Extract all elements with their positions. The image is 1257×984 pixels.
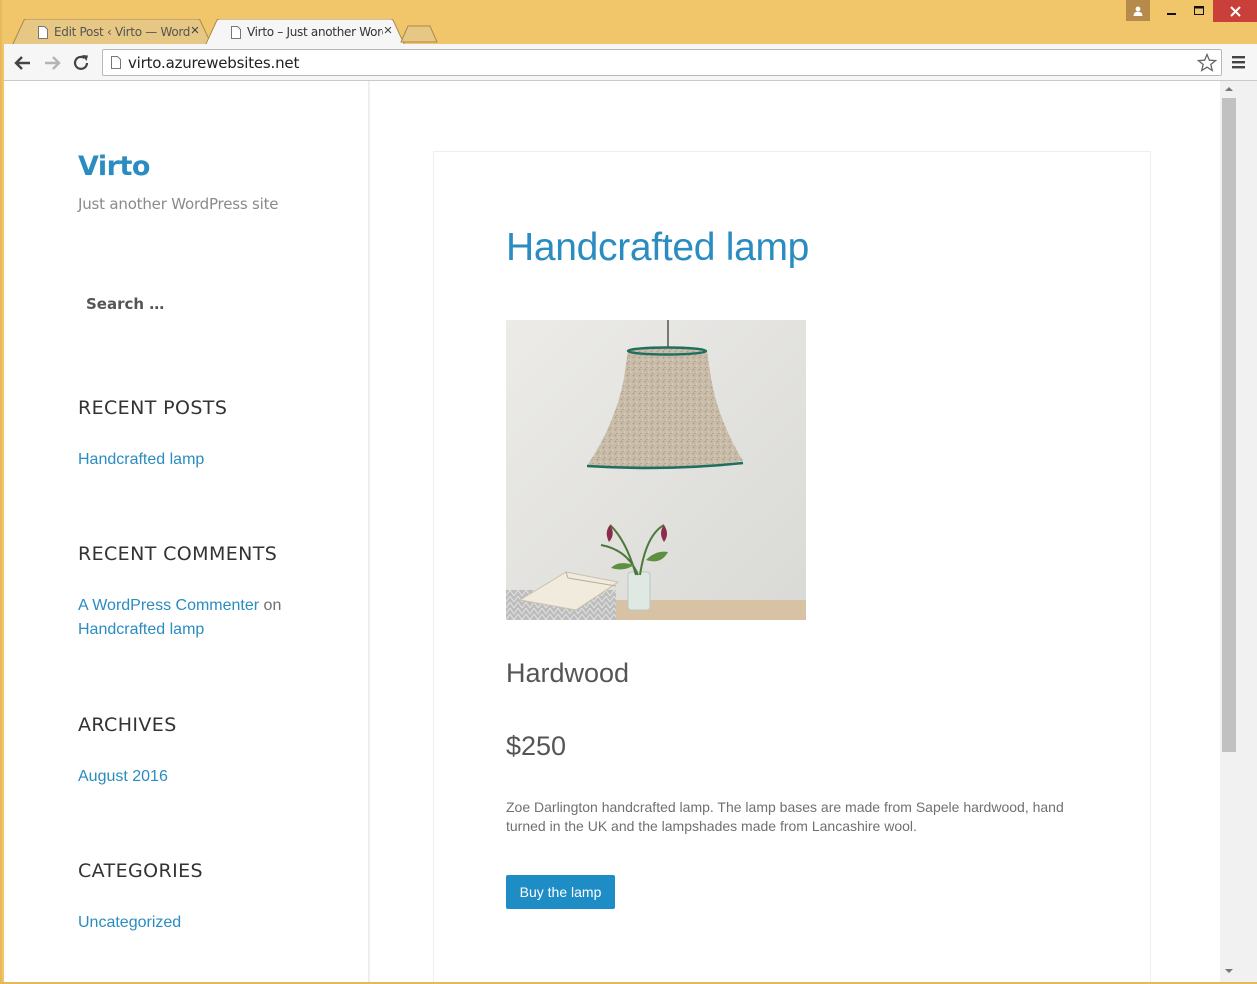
scrollbar-thumb[interactable] (1222, 98, 1236, 752)
minimize-button[interactable] (1159, 0, 1185, 22)
category-link[interactable]: Uncategorized (78, 914, 181, 932)
url-text: virto.azurewebsites.net (128, 54, 300, 72)
sidebar: Virto Just another WordPress site RECENT… (4, 81, 369, 982)
window-close-button[interactable] (1213, 0, 1257, 22)
recent-comments-heading: RECENT COMMENTS (78, 543, 278, 565)
person-icon (1133, 6, 1143, 16)
browser-window: Edit Post ‹ Virto — WordPress × Virto – … (0, 0, 1257, 984)
maximize-icon (1193, 6, 1204, 15)
scroll-up-arrow-icon[interactable] (1224, 85, 1234, 93)
main-content: Handcrafted lamp Hardwood $250 Zoe Darli… (370, 81, 1220, 982)
close-icon (1230, 5, 1241, 17)
forward-arrow-icon[interactable] (41, 52, 63, 74)
product-material: Hardwood (506, 658, 630, 688)
page-icon (38, 26, 48, 39)
tab-virto-site[interactable]: Virto – Just another WordPress site × (205, 19, 405, 46)
post-article: Handcrafted lamp Hardwood $250 Zoe Darli… (433, 151, 1151, 982)
archives-heading: ARCHIVES (78, 714, 177, 736)
profile-button[interactable] (1126, 0, 1150, 21)
search-input[interactable] (78, 289, 308, 319)
reload-icon[interactable] (70, 52, 92, 74)
minimize-icon (1167, 13, 1176, 15)
page-icon (231, 26, 241, 39)
product-price: $250 (506, 731, 567, 761)
bookmark-star-icon[interactable] (1197, 53, 1217, 73)
recent-posts-heading: RECENT POSTS (78, 397, 228, 419)
post-title[interactable]: Handcrafted lamp (506, 226, 809, 270)
vertical-scrollbar[interactable] (1220, 81, 1238, 982)
site-title[interactable]: Virto (78, 151, 150, 182)
categories-heading: CATEGORIES (78, 860, 203, 882)
buy-button[interactable]: Buy the lamp (506, 875, 615, 909)
tab-title: Edit Post ‹ Virto — WordPress (54, 25, 190, 39)
back-arrow-icon[interactable] (12, 52, 34, 74)
product-description: Zoe Darlington handcrafted lamp. The lam… (506, 799, 1064, 834)
page-icon (111, 56, 121, 69)
title-bar: Edit Post ‹ Virto — WordPress × Virto – … (2, 0, 1257, 46)
close-icon[interactable]: × (381, 23, 395, 38)
tab-edit-post[interactable]: Edit Post ‹ Virto — WordPress × (12, 19, 212, 46)
comment-post-link[interactable]: Handcrafted lamp (78, 621, 204, 638)
tab-title: Virto – Just another WordPress site (247, 25, 383, 39)
browser-toolbar: virto.azurewebsites.net (4, 44, 1257, 81)
comment-author-link[interactable]: A WordPress Commenter (78, 597, 259, 614)
maximize-button[interactable] (1186, 0, 1212, 22)
archive-link[interactable]: August 2016 (78, 768, 168, 786)
page-viewport: Virto Just another WordPress site RECENT… (4, 81, 1257, 982)
close-icon[interactable]: × (188, 23, 202, 38)
new-tab-button[interactable] (400, 25, 438, 43)
address-bar[interactable]: virto.azurewebsites.net (102, 49, 1222, 76)
recent-comment-item: A WordPress Commenter on Handcrafted lam… (78, 594, 281, 642)
comment-connector: on (263, 597, 282, 614)
menu-icon[interactable] (1229, 52, 1249, 72)
scroll-down-arrow-icon[interactable] (1224, 967, 1234, 975)
site-description: Just another WordPress site (78, 195, 279, 213)
recent-post-link[interactable]: Handcrafted lamp (78, 451, 204, 469)
lamp-photo (506, 320, 806, 620)
